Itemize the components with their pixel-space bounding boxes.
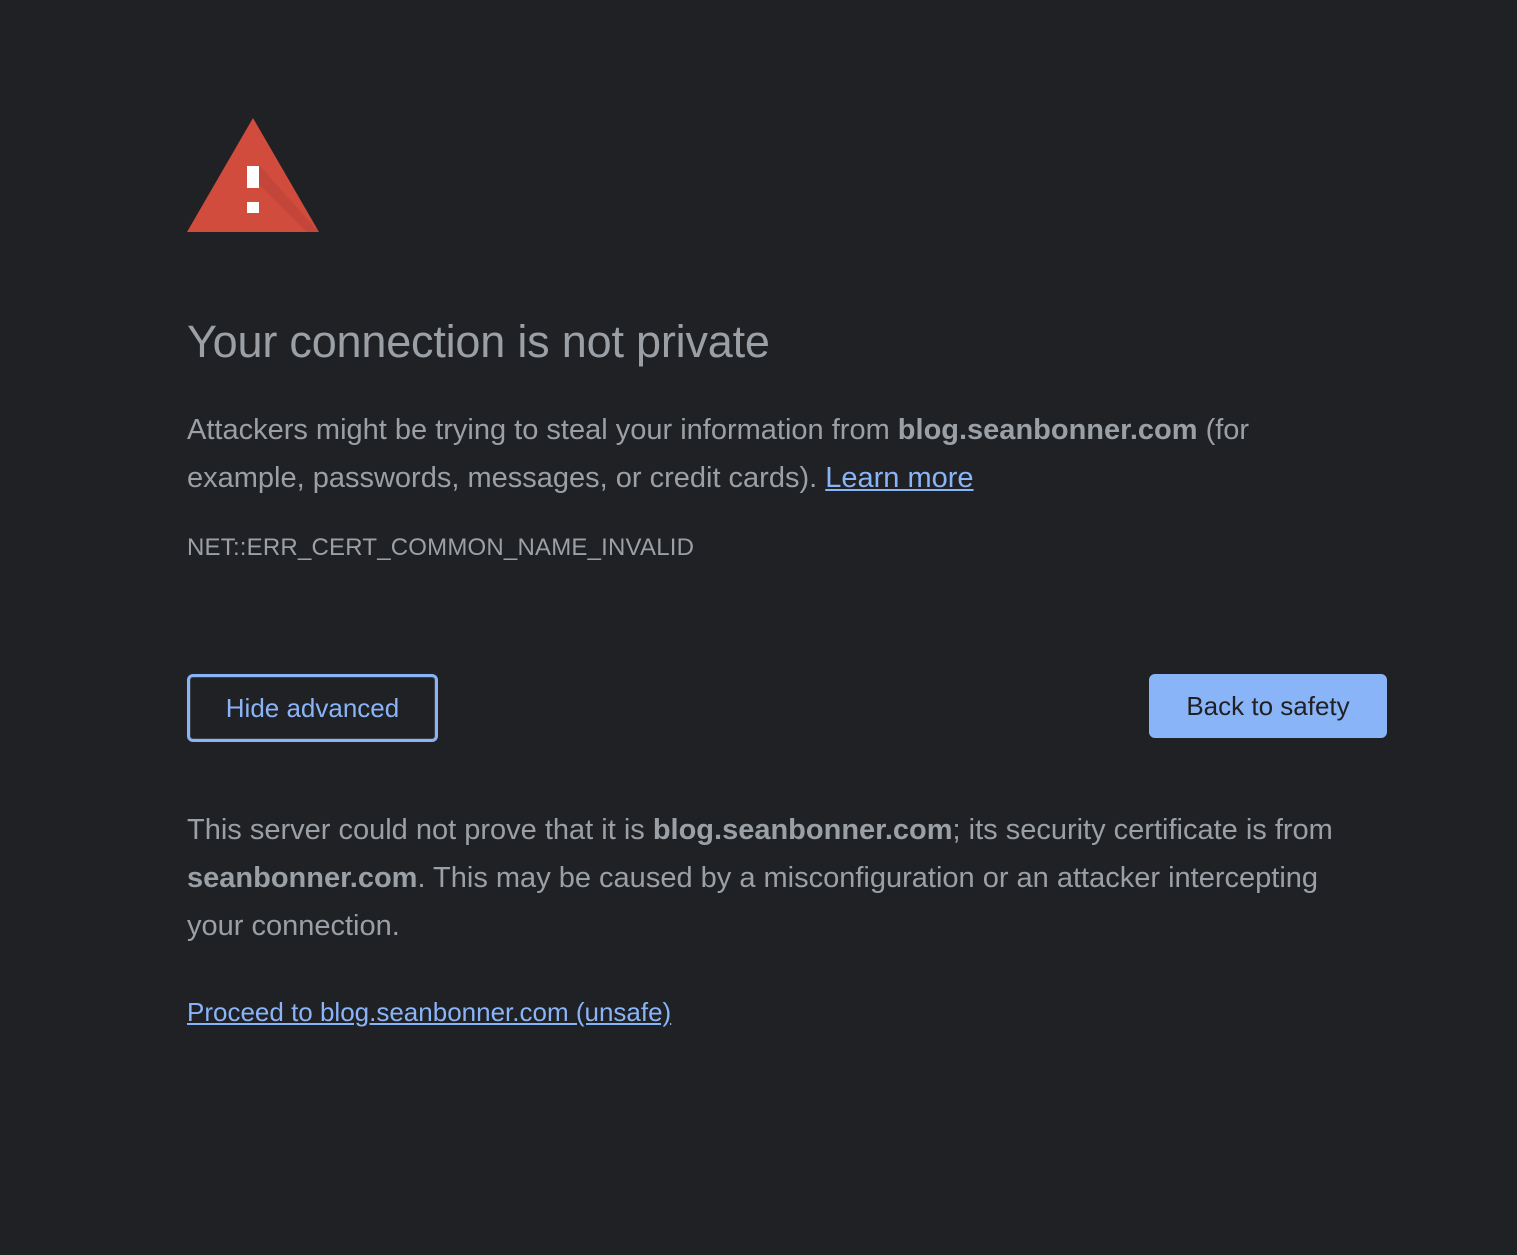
details-text-1: This server could not prove that it is <box>187 814 653 846</box>
details-cert-domain: seanbonner.com <box>187 862 418 894</box>
advanced-details: This server could not prove that it is b… <box>187 806 1367 950</box>
page-title: Your connection is not private <box>187 316 770 367</box>
details-domain: blog.seanbonner.com <box>652 814 953 846</box>
message-text-before: Attackers might be trying to steal your … <box>187 414 898 446</box>
details-text-2: ; its security certificate is from <box>952 814 1333 846</box>
hide-advanced-button[interactable]: Hide advanced <box>187 674 438 742</box>
message-domain: blog.seanbonner.com <box>897 414 1198 446</box>
error-code: NET::ERR_CERT_COMMON_NAME_INVALID <box>187 534 695 561</box>
back-to-safety-button[interactable]: Back to safety <box>1149 674 1387 738</box>
main-message: Attackers might be trying to steal your … <box>187 406 1367 502</box>
proceed-unsafe-link[interactable]: Proceed to blog.seanbonner.com (unsafe) <box>187 997 671 1028</box>
learn-more-link[interactable]: Learn more <box>825 462 973 494</box>
warning-triangle-icon <box>187 118 319 232</box>
